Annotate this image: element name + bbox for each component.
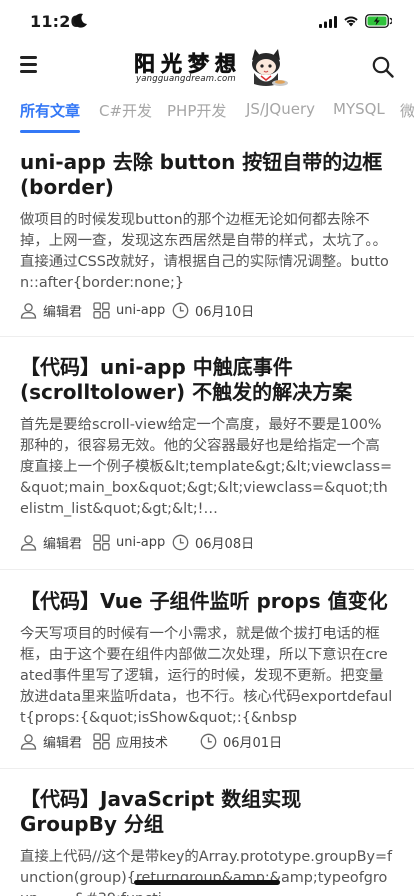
app-header: 阳光梦想 yangguangdream.com [0,44,414,90]
site-logo[interactable]: 阳光梦想 yangguangdream.com [130,46,290,88]
category-grid-icon [93,732,110,750]
author-name: 编辑君 [43,536,83,552]
date-text: 06月08日 [195,536,255,552]
search-icon[interactable] [372,56,394,78]
article-excerpt: 首先是要给scroll-view给定一个高度，最好不要是100%那种的，很容易无… [20,417,393,517]
date-text: 06月01日 [223,735,283,751]
author: 编辑君 [20,731,82,751]
moon-icon [74,13,87,28]
user-icon [20,302,37,319]
category[interactable]: uni-app [93,300,165,320]
menu-icon[interactable] [20,56,41,75]
category-name: 应用技术 [116,735,169,751]
article-card[interactable]: uni-app 去除 button 按钮自带的边框(border) 做项目的时候… [0,150,414,294]
article-title: 【代码】uni-app 中触底事件(scrolltolower) 不触发的解决方… [20,355,353,404]
user-icon [20,534,37,551]
article-excerpt: 今天写项目的时候有一个小需求，就是做个拔打电话的框框，由于这个要在组件内部做二次… [20,626,393,726]
author: 编辑君 [20,532,82,552]
article-card[interactable]: 【代码】Vue 子组件监听 props 值变化 今天写项目的时候有一个小需求，就… [0,589,414,729]
signal-icon [319,16,337,28]
tab-csharp[interactable]: C#开发 [99,100,152,121]
category[interactable]: uni-app [93,532,165,552]
divider [0,768,414,769]
status-bar: 11:20 [0,0,414,44]
publish-date: 06月08日 [172,532,254,552]
clock-icon [172,534,189,550]
article-excerpt: 做项目的时候发现button的那个边框无论如何都去除不掉，上网一查，发现这东西居… [20,212,389,291]
author: 编辑君 [20,300,82,320]
divider [0,569,414,570]
category-name: uni-app [116,534,166,550]
tab-all-articles[interactable]: 所有文章 [20,100,80,121]
category-name: uni-app [116,302,166,318]
article-title: uni-app 去除 button 按钮自带的边框(border) [20,150,383,199]
clock-icon [172,302,189,318]
logo-subtitle: yangguangdream.com [136,74,236,84]
date-text: 06月10日 [195,304,255,320]
tab-php[interactable]: PHP开发 [167,100,226,121]
publish-date: 06月10日 [172,300,254,320]
category[interactable]: 应用技术 [93,731,168,751]
author-name: 编辑君 [43,304,83,320]
category-grid-icon [93,533,110,551]
article-meta: 编辑君 uni-app 06月08日 [20,532,400,552]
tab-more[interactable]: 微 [400,100,414,121]
article-excerpt: 直接上代码//这个是带key的Array.prototype.groupBy=f… [20,849,393,896]
battery-charging-icon [365,14,392,28]
tab-js-jquery[interactable]: JS/JQuery [246,100,315,118]
author-name: 编辑君 [43,735,83,751]
home-indicator[interactable] [134,880,280,885]
category-tabs: 所有文章 C#开发 PHP开发 JS/JQuery MYSQL 微 [0,94,414,134]
category-grid-icon [93,301,110,319]
publish-date: 06月01日 [200,731,282,751]
article-title: 【代码】Vue 子组件监听 props 值变化 [20,589,388,613]
wifi-icon [344,16,358,27]
cat-mascot-icon [252,49,288,86]
divider [0,336,414,337]
active-tab-indicator [20,130,80,133]
clock-icon [200,733,217,749]
article-title: 【代码】JavaScript 数组实现 GroupBy 分组 [20,787,302,836]
article-card[interactable]: 【代码】uni-app 中触底事件(scrolltolower) 不触发的解决方… [0,355,414,520]
tab-mysql[interactable]: MYSQL [333,100,385,118]
user-icon [20,733,37,750]
article-meta: 编辑君 应用技术 06月01日 [20,731,400,751]
article-meta: 编辑君 uni-app 06月10日 [20,300,400,320]
